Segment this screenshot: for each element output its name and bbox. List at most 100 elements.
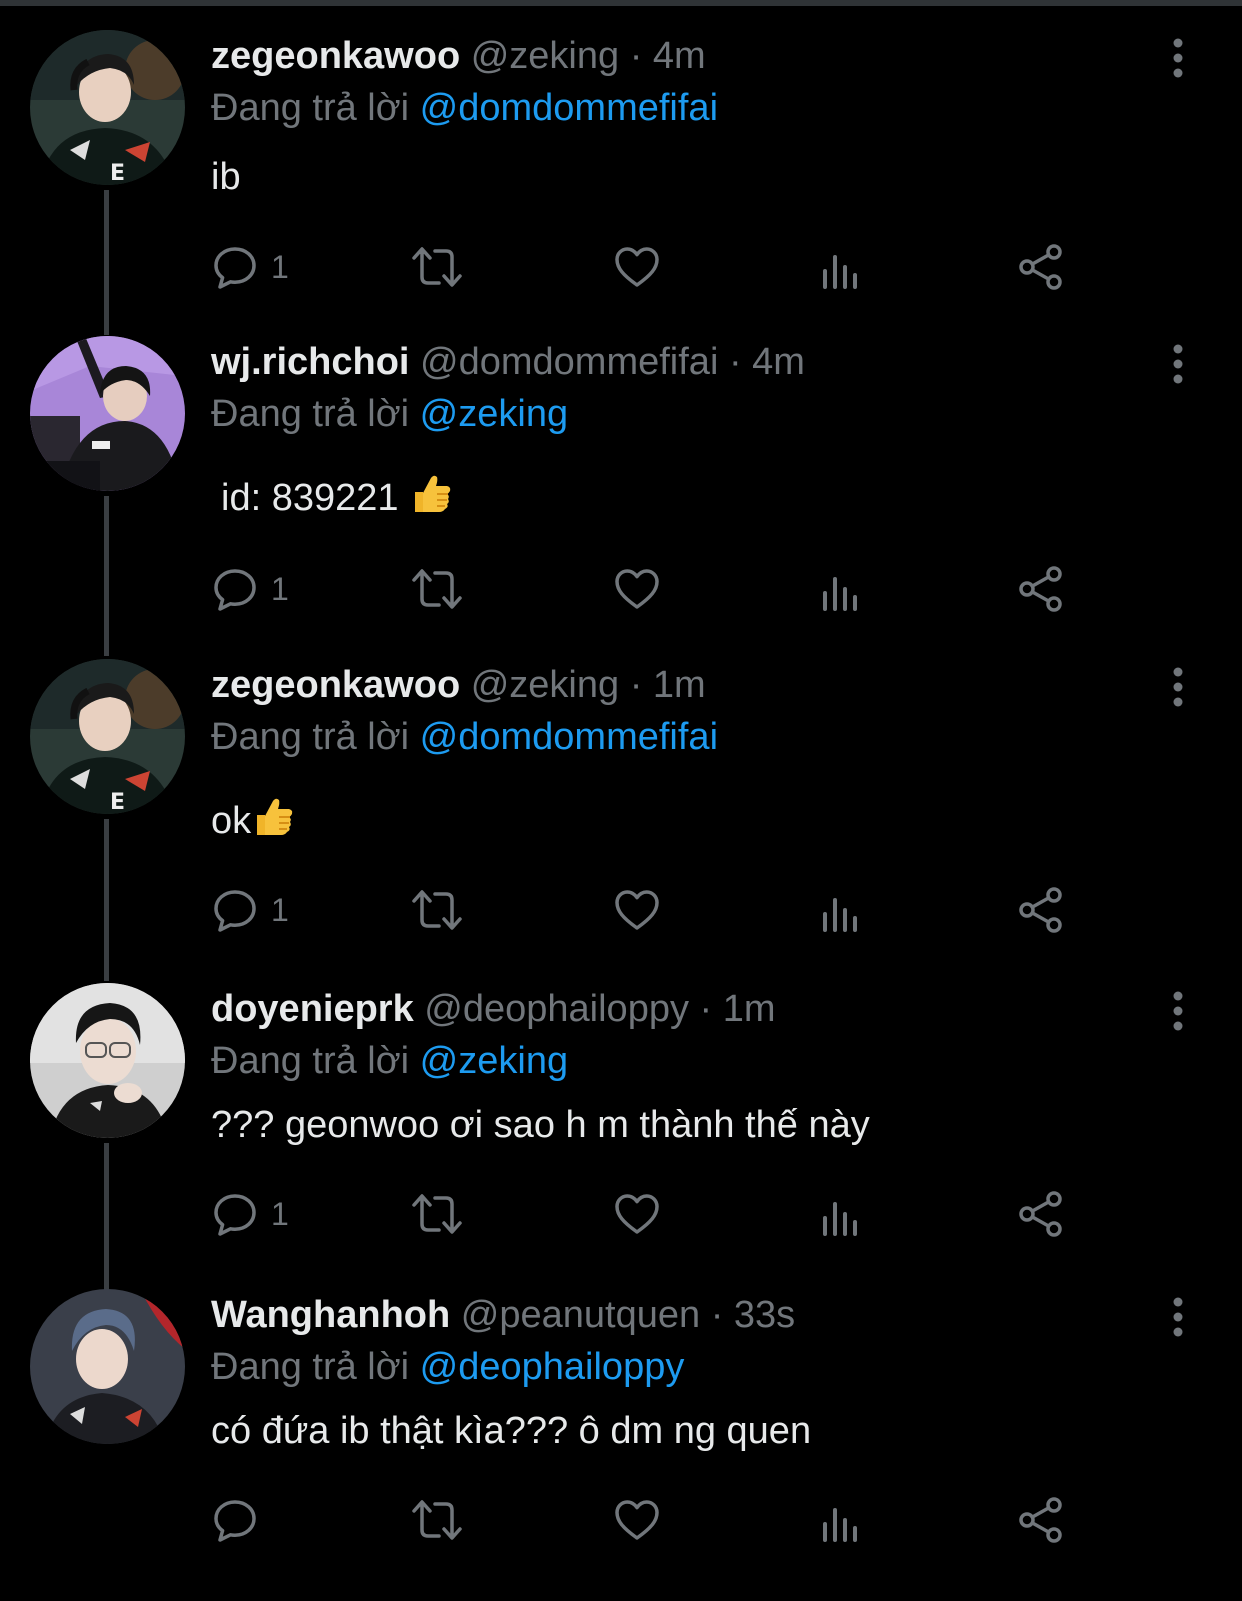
avatar[interactable] — [30, 983, 185, 1138]
retweet-button[interactable] — [411, 564, 463, 614]
username[interactable]: @deophailoppy — [424, 988, 689, 1030]
reply-mention[interactable]: @domdommefifai — [420, 716, 718, 758]
separator-dot: · — [728, 341, 742, 383]
reply-tweet[interactable]: wj.richchoi @domdommefifai · 4m Đang trả… — [0, 306, 1242, 656]
like-button[interactable] — [613, 242, 661, 292]
more-options-icon[interactable] — [1170, 991, 1186, 1031]
like-button[interactable] — [613, 885, 661, 935]
views-icon — [823, 577, 857, 611]
share-button[interactable] — [1017, 885, 1065, 935]
replying-to: Đang trả lời @deophailoppy — [211, 1345, 684, 1389]
more-options-icon[interactable] — [1170, 1297, 1186, 1337]
avatar[interactable]: E — [30, 30, 185, 185]
reply-tweet[interactable]: E zegeonkawoo @zeking · 1m Đang trả lời … — [0, 629, 1242, 981]
avatar[interactable] — [30, 1289, 185, 1444]
share-icon — [1019, 1191, 1062, 1237]
retweet-button[interactable] — [411, 885, 463, 935]
reply-tweet[interactable]: E zegeonkawoo @zeking · 4m Đang trả lời … — [0, 0, 1242, 335]
reply-button[interactable] — [211, 1495, 271, 1545]
tweet-text: id: 839221 — [221, 472, 453, 526]
replying-to: Đang trả lời @zeking — [211, 1039, 568, 1083]
views-button[interactable] — [817, 1189, 865, 1239]
tweet-header: Wanghanhoh @peanutquen · 33s — [211, 1293, 795, 1337]
separator-dot: · — [710, 1294, 724, 1336]
reply-count: 1 — [271, 1196, 289, 1232]
action-bar: 1 — [211, 242, 1091, 292]
share-button[interactable] — [1017, 242, 1065, 292]
separator-dot: · — [629, 664, 643, 706]
views-icon — [823, 1202, 857, 1236]
views-button[interactable] — [817, 885, 865, 935]
reply-mention[interactable]: @zeking — [420, 393, 568, 435]
reply-button[interactable]: 1 — [211, 564, 289, 614]
retweet-button[interactable] — [411, 1189, 463, 1239]
views-icon — [823, 1508, 857, 1542]
heart-icon — [615, 890, 659, 930]
retweet-icon — [412, 890, 462, 930]
display-name[interactable]: Wanghanhoh — [211, 1294, 450, 1336]
tweet-text-content: có đứa ib thật kìa??? ô dm ng quen — [211, 1410, 812, 1452]
timestamp[interactable]: 4m — [752, 341, 805, 383]
like-button[interactable] — [613, 564, 661, 614]
timestamp[interactable]: 1m — [723, 988, 776, 1030]
tweet-header: zegeonkawoo @zeking · 4m — [211, 34, 706, 78]
username[interactable]: @peanutquen — [461, 1294, 700, 1336]
more-options-icon[interactable] — [1170, 667, 1186, 707]
tweet-header: doyenieprk @deophailoppy · 1m — [211, 987, 776, 1031]
reply-button[interactable]: 1 — [211, 1189, 289, 1239]
reply-button[interactable]: 1 — [211, 885, 289, 935]
like-button[interactable] — [613, 1189, 661, 1239]
action-bar: 1 — [211, 1189, 1091, 1239]
reply-tweet[interactable]: doyenieprk @deophailoppy · 1m Đang trả l… — [0, 953, 1242, 1303]
display-name[interactable]: zegeonkawoo — [211, 35, 460, 77]
timestamp[interactable]: 4m — [653, 35, 706, 77]
retweet-button[interactable] — [411, 1495, 463, 1545]
tweet-text: ok — [211, 795, 295, 849]
reply-tweet[interactable]: Wanghanhoh @peanutquen · 33s Đang trả lờ… — [0, 1259, 1242, 1601]
display-name[interactable]: zegeonkawoo — [211, 664, 460, 706]
like-button[interactable] — [613, 1495, 661, 1545]
share-button[interactable] — [1017, 1495, 1065, 1545]
replying-to: Đang trả lời @zeking — [211, 392, 568, 436]
reply-mention[interactable]: @deophailoppy — [420, 1346, 685, 1388]
tweet-text: ??? geonwoo ơi sao h m thành thế này — [211, 1103, 870, 1147]
reply-count: 1 — [271, 249, 289, 285]
retweet-icon — [412, 1500, 462, 1540]
avatar[interactable]: E — [30, 659, 185, 814]
more-options-icon[interactable] — [1170, 344, 1186, 384]
views-button[interactable] — [817, 1495, 865, 1545]
timestamp[interactable]: 1m — [653, 664, 706, 706]
display-name[interactable]: wj.richchoi — [211, 341, 409, 383]
reply-count: 1 — [271, 892, 289, 928]
timestamp[interactable]: 33s — [734, 1294, 795, 1336]
replying-label: Đang trả lời — [211, 716, 410, 758]
replying-label: Đang trả lời — [211, 1346, 410, 1388]
avatar[interactable] — [30, 336, 185, 491]
views-button[interactable] — [817, 564, 865, 614]
tweet-header: zegeonkawoo @zeking · 1m — [211, 663, 706, 707]
username[interactable]: @zeking — [471, 35, 619, 77]
share-icon — [1019, 566, 1062, 612]
username[interactable]: @domdommefifai — [420, 341, 718, 383]
views-button[interactable] — [817, 242, 865, 292]
more-options-icon[interactable] — [1170, 38, 1186, 78]
tweet-text-content: ok — [211, 800, 252, 842]
display-name[interactable]: doyenieprk — [211, 988, 414, 1030]
heart-icon — [615, 1194, 659, 1234]
tweet-text-content: ??? geonwoo ơi sao h m thành thế này — [211, 1104, 870, 1146]
username[interactable]: @zeking — [471, 664, 619, 706]
svg-text:E: E — [110, 790, 125, 814]
replying-to: Đang trả lời @domdommefifai — [211, 86, 718, 130]
tweet-text-content: id: 839221 — [221, 477, 399, 519]
reply-mention[interactable]: @domdommefifai — [420, 87, 718, 129]
reply-count: 1 — [271, 571, 289, 607]
retweet-button[interactable] — [411, 242, 463, 292]
reply-icon — [214, 1194, 256, 1236]
reply-icon — [214, 1500, 256, 1542]
reply-mention[interactable]: @zeking — [420, 1040, 568, 1082]
share-icon — [1019, 887, 1062, 933]
share-button[interactable] — [1017, 564, 1065, 614]
share-button[interactable] — [1017, 1189, 1065, 1239]
views-icon — [823, 898, 857, 932]
reply-button[interactable]: 1 — [211, 242, 289, 292]
